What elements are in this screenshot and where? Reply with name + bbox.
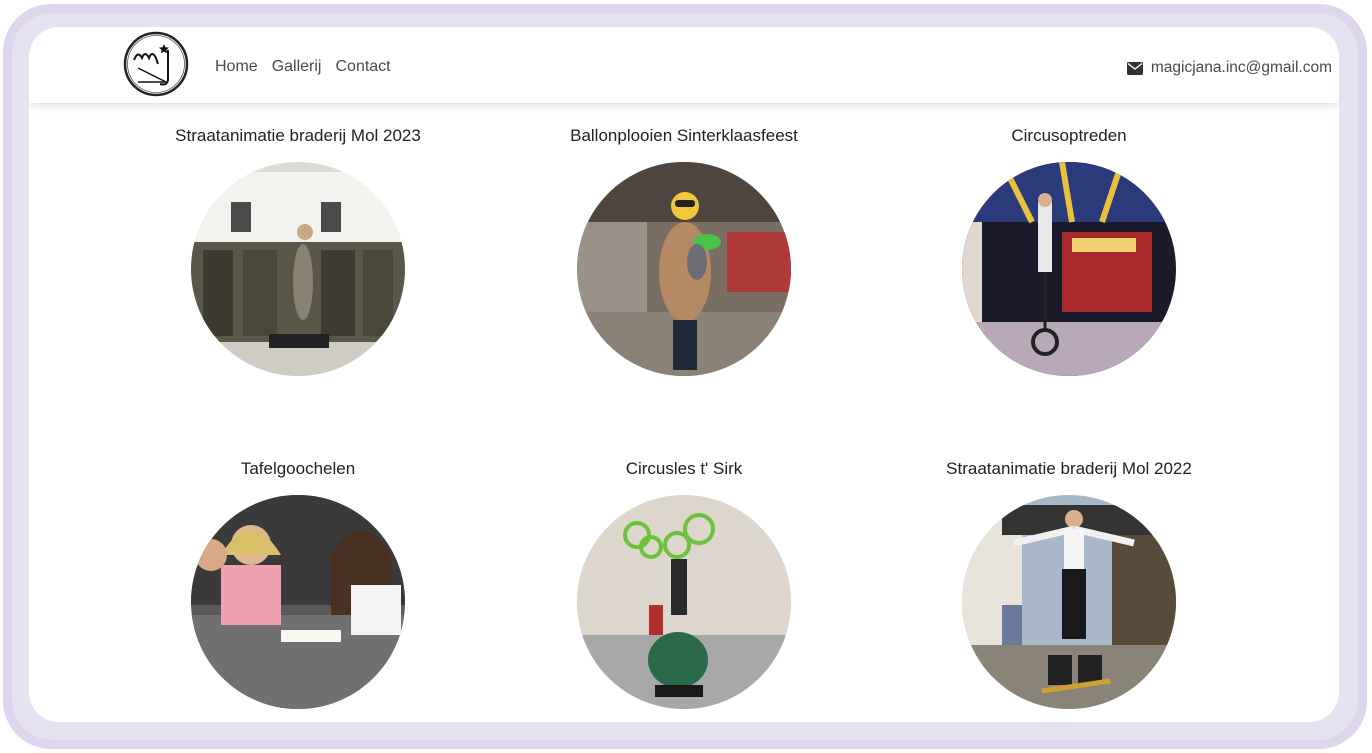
- gallery-card[interactable]: Tafelgoochelen: [138, 457, 458, 709]
- gallery-card[interactable]: Circusles t' Sirk: [524, 457, 844, 709]
- email-address: magicjana.inc@gmail.com: [1150, 59, 1332, 76]
- envelope-icon: [1126, 61, 1143, 75]
- gallery-photo[interactable]: [962, 162, 1176, 376]
- gallery-card[interactable]: Circusoptreden: [909, 124, 1229, 376]
- gallery-photo[interactable]: [191, 162, 405, 376]
- gallery-card-title: Straatanimatie braderij Mol 2023: [175, 126, 421, 145]
- gallery-card-title: Straatanimatie braderij Mol 2022: [946, 459, 1192, 478]
- gallery-photo[interactable]: [962, 495, 1176, 709]
- gallery-photo[interactable]: [577, 495, 791, 709]
- gallery-photo[interactable]: [191, 495, 405, 709]
- gallery-card[interactable]: Straatanimatie braderij Mol 2022: [909, 457, 1229, 709]
- navbar: Home Gallerij Contact magicjana.inc@gmai…: [29, 27, 1339, 103]
- gallery-card-title: Circusles t' Sirk: [625, 459, 743, 478]
- gallery-card[interactable]: Straatanimatie braderij Mol 2023: [138, 124, 458, 376]
- nav-home-link[interactable]: Home: [215, 58, 258, 76]
- site-logo[interactable]: [122, 30, 190, 98]
- email-contact[interactable]: magicjana.inc@gmail.com: [1126, 59, 1332, 77]
- nav-gallery-link[interactable]: Gallerij: [272, 58, 322, 76]
- nav-contact-link[interactable]: Contact: [335, 58, 390, 76]
- gallery-grid: Straatanimatie braderij Mol 2023 Ballonp…: [29, 103, 1339, 722]
- gallery-photo[interactable]: [577, 162, 791, 376]
- gallery-card-title: Tafelgoochelen: [240, 459, 356, 478]
- gallery-card[interactable]: Ballonplooien Sinterklaasfeest: [524, 124, 844, 376]
- main-nav: Home Gallerij Contact: [215, 58, 391, 76]
- browser-viewport: Home Gallerij Contact magicjana.inc@gmai…: [29, 27, 1339, 722]
- gallery-card-title: Circusoptreden: [1011, 126, 1127, 145]
- gallery-card-title: Ballonplooien Sinterklaasfeest: [570, 126, 798, 145]
